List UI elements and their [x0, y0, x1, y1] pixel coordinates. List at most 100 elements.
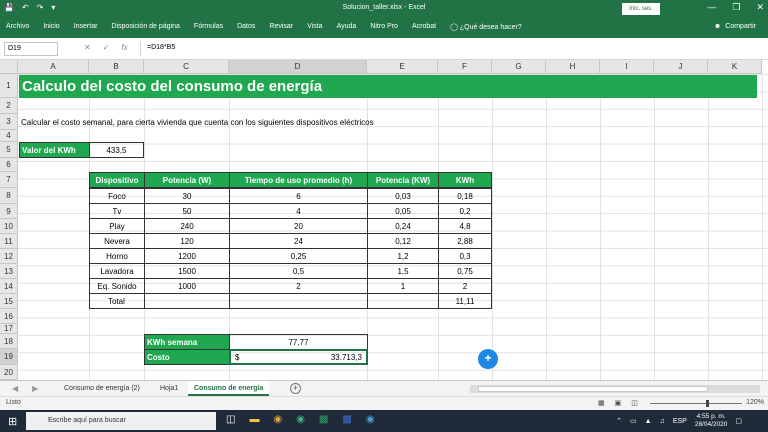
formula-input[interactable]: =D18*B5: [140, 42, 760, 56]
table-cell[interactable]: Nevera: [89, 233, 145, 249]
total-empty-cell[interactable]: [367, 293, 439, 309]
table-cell[interactable]: 24: [229, 233, 368, 249]
header-tiempo-uso[interactable]: Tiempo de uso promedio (h): [229, 172, 368, 188]
enter-icon[interactable]: ✓: [103, 43, 110, 52]
table-cell[interactable]: Foco: [89, 188, 145, 204]
horizontal-scrollbar[interactable]: [470, 385, 760, 393]
sheet-tab-consumo-2[interactable]: Consumo de energía (2): [58, 381, 146, 396]
tell-me-search[interactable]: ◯ ¿Qué desea hacer?: [450, 23, 522, 31]
table-cell[interactable]: 20: [229, 218, 368, 234]
row-header-12[interactable]: 12: [0, 249, 18, 264]
windows-start-icon[interactable]: ⊞: [8, 415, 17, 428]
table-cell[interactable]: 0,03: [367, 188, 439, 204]
row-header-16[interactable]: 16: [0, 309, 18, 324]
table-cell[interactable]: 0,3: [438, 248, 492, 264]
row-header-18[interactable]: 18: [0, 334, 18, 349]
header-potencia-kw[interactable]: Potencia (KW): [367, 172, 439, 188]
row-header-20[interactable]: 20: [0, 365, 18, 380]
row-header-6[interactable]: 6: [0, 158, 18, 172]
normal-view-icon[interactable]: ▦: [598, 399, 605, 407]
app-icon[interactable]: ◉: [296, 414, 305, 425]
table-cell[interactable]: 1500: [144, 263, 230, 279]
table-cell[interactable]: 0,25: [229, 248, 368, 264]
column-header-k[interactable]: K: [708, 60, 762, 74]
tray-chevron-icon[interactable]: ⌃: [616, 417, 622, 425]
chrome-icon[interactable]: ◉: [273, 414, 282, 425]
tab-archivo[interactable]: Archivo: [6, 23, 29, 31]
header-kwh[interactable]: KWh: [438, 172, 492, 188]
table-cell[interactable]: 0,05: [367, 203, 439, 219]
table-cell[interactable]: 240: [144, 218, 230, 234]
table-cell[interactable]: 1000: [144, 278, 230, 294]
next-sheet-icon[interactable]: ▶: [32, 384, 38, 393]
scrollbar-thumb[interactable]: [478, 386, 708, 392]
taskbar-search[interactable]: Escribe aquí para buscar: [26, 412, 216, 430]
column-header-f[interactable]: F: [438, 60, 492, 74]
select-all-corner[interactable]: [0, 60, 18, 74]
table-cell[interactable]: 4: [229, 203, 368, 219]
table-cell[interactable]: 0,5: [229, 263, 368, 279]
table-cell[interactable]: 120: [144, 233, 230, 249]
row-header-13[interactable]: 13: [0, 264, 18, 279]
sheet-tab-consumo[interactable]: Consumo de energía: [188, 381, 270, 396]
row-header-5[interactable]: 5: [0, 142, 18, 158]
table-cell[interactable]: 1,5: [367, 263, 439, 279]
kwh-value-cell[interactable]: 433,5: [89, 142, 144, 158]
notifications-icon[interactable]: ▢: [735, 417, 742, 425]
table-cell[interactable]: Horno: [89, 248, 145, 264]
sign-in-button[interactable]: Inic. ses.: [622, 3, 660, 15]
add-sheet-button[interactable]: +: [290, 383, 301, 394]
tab-formulas[interactable]: Fórmulas: [194, 23, 223, 31]
minimize-button[interactable]: —: [707, 2, 716, 13]
table-cell[interactable]: 1,2: [367, 248, 439, 264]
task-view-icon[interactable]: ◫: [226, 414, 235, 425]
battery-icon[interactable]: ▭: [630, 417, 637, 425]
row-header-10[interactable]: 10: [0, 219, 18, 234]
row-header-4[interactable]: 4: [0, 130, 18, 142]
volume-icon[interactable]: ♫: [660, 418, 665, 425]
table-cell[interactable]: 30: [144, 188, 230, 204]
table-cell[interactable]: 0,12: [367, 233, 439, 249]
sheet-tab-hoja1[interactable]: Hoja1: [154, 381, 184, 396]
column-header-b[interactable]: B: [89, 60, 144, 74]
costo-value-cell[interactable]: $ 33.713,3: [229, 349, 368, 365]
column-header-g[interactable]: G: [492, 60, 546, 74]
excel-icon[interactable]: ▩: [319, 414, 328, 425]
table-cell[interactable]: 4,8: [438, 218, 492, 234]
kwh-label-cell[interactable]: Valor del KWh: [19, 142, 90, 158]
tab-insertar[interactable]: Insertar: [74, 23, 98, 31]
table-cell[interactable]: 1200: [144, 248, 230, 264]
total-value-cell[interactable]: 11,11: [438, 293, 492, 309]
row-header-7[interactable]: 7: [0, 172, 18, 188]
row-header-9[interactable]: 9: [0, 204, 18, 219]
row-header-11[interactable]: 11: [0, 234, 18, 249]
column-header-e[interactable]: E: [367, 60, 438, 74]
total-empty-cell[interactable]: [229, 293, 368, 309]
table-cell[interactable]: 2: [438, 278, 492, 294]
table-cell[interactable]: 6: [229, 188, 368, 204]
tab-revisar[interactable]: Revisar: [269, 23, 293, 31]
row-header-15[interactable]: 15: [0, 294, 18, 309]
tab-vista[interactable]: Vista: [307, 23, 322, 31]
close-button[interactable]: ✕: [756, 2, 764, 13]
column-header-d[interactable]: D: [229, 60, 367, 74]
table-cell[interactable]: 2: [229, 278, 368, 294]
table-cell[interactable]: 0,2: [438, 203, 492, 219]
cancel-icon[interactable]: ✕: [84, 43, 91, 52]
column-header-a[interactable]: A: [18, 60, 89, 74]
table-cell[interactable]: Eq. Sonido: [89, 278, 145, 294]
zoom-knob[interactable]: [706, 400, 709, 407]
table-cell[interactable]: 0,24: [367, 218, 439, 234]
total-empty-cell[interactable]: [144, 293, 230, 309]
zoom-level[interactable]: 120%: [746, 399, 764, 406]
page-layout-icon[interactable]: ▣: [615, 399, 622, 407]
sheet-subtitle[interactable]: Calcular el costo semanal, para cierta v…: [21, 115, 621, 129]
total-label-cell[interactable]: Total: [89, 293, 145, 309]
kwh-semana-label[interactable]: KWh semana: [144, 334, 230, 350]
tab-acrobat[interactable]: Acrobat: [412, 23, 436, 31]
row-header-19[interactable]: 19: [0, 349, 18, 365]
row-header-2[interactable]: 2: [0, 98, 18, 114]
sheet-title[interactable]: Calculo del costo del consumo de energía: [19, 75, 757, 98]
tab-inicio[interactable]: Inicio: [43, 23, 59, 31]
language-indicator[interactable]: ESP: [673, 418, 687, 425]
